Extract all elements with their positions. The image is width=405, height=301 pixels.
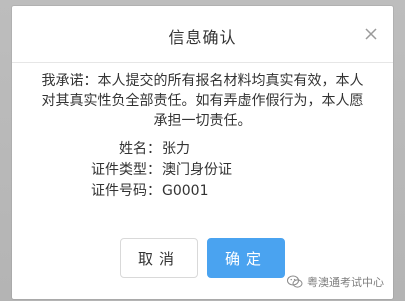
watermark: 粤澳通考试中心 xyxy=(287,272,384,292)
close-icon[interactable] xyxy=(363,26,379,42)
dialog-title: 信息确认 xyxy=(168,28,237,47)
info-row-name: 姓名： 张力 xyxy=(12,139,393,159)
confirm-button[interactable]: 确定 xyxy=(207,238,285,278)
info-row-id-number: 证件号码： G0001 xyxy=(12,181,393,201)
cancel-button[interactable]: 取消 xyxy=(120,238,198,278)
statement-line-3: 承担一切责任。 xyxy=(153,113,252,129)
name-value: 张力 xyxy=(162,141,190,157)
id-type-label: 证件类型： xyxy=(91,162,161,178)
statement-line-2: 对其真实性负全部责任。如有弄虚作假行为，本人愿 xyxy=(41,93,364,109)
watermark-text: 粤澳通考试中心 xyxy=(307,276,384,289)
dialog-header: 信息确认 xyxy=(12,6,393,63)
info-confirm-dialog: 信息确认 我承诺：本人提交的所有报名材料均真实有效，本人 对其真实性负全部责任。… xyxy=(12,6,393,299)
id-type-value: 澳门身份证 xyxy=(162,162,232,178)
wechat-icon xyxy=(287,275,303,288)
info-row-id-type: 证件类型： 澳门身份证 xyxy=(12,160,393,180)
statement-line-1: 我承诺：本人提交的所有报名材料均真实有效，本人 xyxy=(41,73,364,89)
id-number-value: G0001 xyxy=(162,183,209,199)
name-label: 姓名： xyxy=(119,141,161,157)
commitment-statement: 我承诺：本人提交的所有报名材料均真实有效，本人 对其真实性负全部责任。如有弄虚作… xyxy=(30,71,375,131)
id-number-label: 证件号码： xyxy=(91,183,161,199)
